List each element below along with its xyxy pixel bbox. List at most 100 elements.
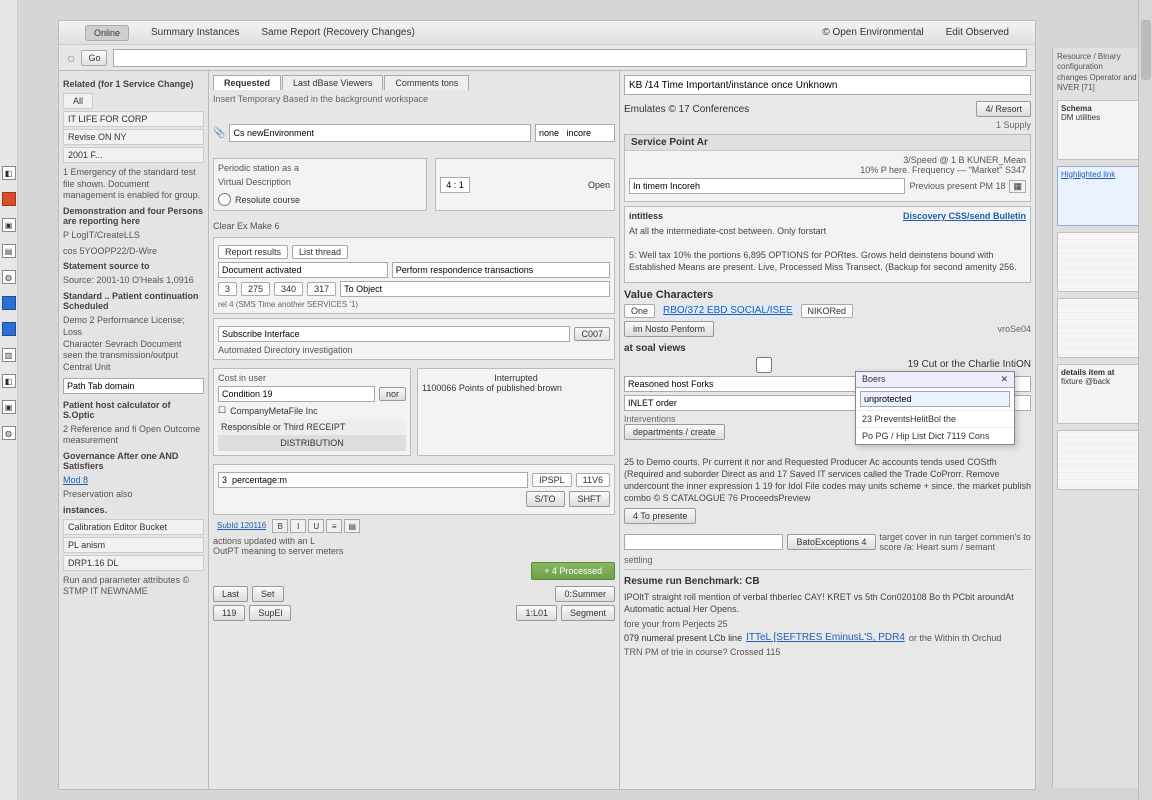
num-cell[interactable]: 3 <box>218 282 237 296</box>
status-pill[interactable]: Online <box>85 25 129 41</box>
dock-icon[interactable] <box>2 322 16 336</box>
ratio-input[interactable] <box>440 177 470 193</box>
rail-card <box>1057 298 1148 358</box>
popup-item[interactable]: Po PG / Hip List Dict 7119 Cons <box>856 427 1014 444</box>
list-item[interactable]: Interrupted <box>422 373 610 383</box>
text-input[interactable] <box>392 262 610 278</box>
cell[interactable]: One <box>624 304 655 318</box>
code-button[interactable]: C007 <box>574 327 610 341</box>
menu-item[interactable]: © Open Environmental <box>822 27 923 38</box>
sidebar-item[interactable]: IT LIFE FOR CORP <box>63 111 204 127</box>
exceptions-button[interactable]: BatoExceptions 4 <box>787 534 875 550</box>
sidebar-link[interactable]: Mod 8 <box>63 475 88 485</box>
action-button[interactable]: SHFT <box>569 491 611 507</box>
dock-icon[interactable]: ◍ <box>2 426 16 440</box>
action-button[interactable]: S/TO <box>526 491 565 507</box>
card-text: DM utilities <box>1061 113 1144 122</box>
nav-button[interactable]: Last <box>213 586 248 602</box>
text-input[interactable] <box>340 281 610 297</box>
dock-icon[interactable] <box>2 296 16 310</box>
text-input[interactable] <box>624 534 783 550</box>
sidebar-item[interactable]: Revise ON NY <box>63 129 204 145</box>
list-item[interactable]: 1100066 Points of published brown <box>422 383 610 393</box>
dock-icon[interactable] <box>2 192 16 206</box>
toolbar-button[interactable]: U <box>308 519 324 533</box>
panel-link[interactable]: Discovery CSS/send Bulletin <box>903 211 1026 221</box>
nav-button[interactable]: Segment <box>561 605 615 621</box>
go-button[interactable]: Go <box>81 50 107 66</box>
num-cell[interactable]: 275 <box>241 282 270 296</box>
toggle-button[interactable]: nor <box>379 387 406 401</box>
sidebar-item[interactable]: 2001 F... <box>63 147 204 163</box>
dock-icon[interactable]: ▣ <box>2 218 16 232</box>
toolbar-button[interactable]: I <box>290 519 306 533</box>
text-input[interactable] <box>218 386 375 402</box>
filter-all[interactable]: All <box>63 93 93 109</box>
toolbar-link[interactable]: SubId 120116 <box>213 519 270 533</box>
list-item[interactable]: Responsible or Third RECEIPT <box>218 419 406 435</box>
detail-subheading: Emulates © 17 Conferences <box>624 104 972 115</box>
menu-item[interactable]: Edit Observed <box>946 27 1009 38</box>
nav-button[interactable]: 1:L01 <box>516 605 557 621</box>
paragraph: At all the intermediate-cost between. On… <box>629 225 1026 274</box>
scrollbar[interactable] <box>1138 0 1152 800</box>
text-input[interactable] <box>218 262 388 278</box>
checkbox-icon[interactable]: ☐ <box>218 405 226 416</box>
popup-item[interactable]: 23 PreventsHelitBol the <box>856 410 1014 427</box>
format-toolbar: SubId 120116 B I U ≡ ▤ <box>213 519 615 533</box>
sidebar-item[interactable]: DRP1.16 DL <box>63 555 204 571</box>
detail-pane: Emulates © 17 Conferences 4/ Resort 1 Su… <box>619 71 1035 789</box>
toolbar-button[interactable]: ▤ <box>344 519 360 533</box>
text-input[interactable] <box>218 472 528 488</box>
dock-icon[interactable]: ▣ <box>2 400 16 414</box>
option-radio[interactable] <box>218 193 231 206</box>
sidebar-text: 2 Reference and fi Open Outcome measurem… <box>63 424 204 447</box>
num-cell[interactable]: 317 <box>307 282 336 296</box>
text-input[interactable] <box>218 326 570 342</box>
perform-button[interactable]: im Nosto Penform <box>624 321 714 337</box>
detail-link[interactable]: ITTeL [SEFTRES EminusL'S, PDR4 <box>746 632 905 643</box>
scrollbar-thumb[interactable] <box>1141 20 1151 80</box>
open-button[interactable]: Open <box>588 180 610 190</box>
toolbar-button[interactable]: ≡ <box>326 519 342 533</box>
dock-icon[interactable]: ▥ <box>2 348 16 362</box>
num-cell[interactable]: 340 <box>274 282 303 296</box>
field-note: or the Within th Orchud <box>909 633 1002 643</box>
doc-icon[interactable]: ▦ <box>1009 180 1026 193</box>
rail-card <box>1057 430 1148 490</box>
help-icon[interactable]: ○ <box>67 50 75 66</box>
dock-icon[interactable]: ▤ <box>2 244 16 258</box>
path-input[interactable] <box>63 378 204 394</box>
dock-icon[interactable]: ◧ <box>2 374 16 388</box>
tab-requested[interactable]: Requested <box>213 75 281 90</box>
tab-comments[interactable]: Comments tons <box>384 75 469 90</box>
text-input[interactable] <box>629 178 905 194</box>
search-input[interactable] <box>113 49 1027 67</box>
nav-button[interactable]: 119 <box>213 605 245 621</box>
attachment-icon[interactable]: 📎 <box>213 128 225 139</box>
sidebar-item[interactable]: PL anism <box>63 537 204 553</box>
sidebar-item[interactable]: Calibration Editor Bucket <box>63 519 204 535</box>
nav-button[interactable]: 0:Summer <box>555 586 615 602</box>
nav-button[interactable]: SupEl <box>249 605 291 621</box>
link-pill[interactable]: RBO/372 EBD SOCIAL/ISEE <box>659 304 797 317</box>
menu-item[interactable]: Same Report (Recovery Changes) <box>261 27 414 38</box>
list-item[interactable]: DISTRIBUTION <box>218 435 406 451</box>
toolbar-button[interactable]: B <box>272 519 288 533</box>
card-title: Schema <box>1061 104 1144 113</box>
card-link[interactable]: Highlighted link <box>1061 170 1115 179</box>
present-button[interactable]: 4 To presente <box>624 508 696 524</box>
env-config-value[interactable] <box>535 124 615 142</box>
popup-search-input[interactable] <box>860 391 1010 407</box>
create-button[interactable]: departments / create <box>624 424 725 440</box>
tag-badge: 11V6 <box>576 473 610 487</box>
detail-title-input[interactable] <box>624 75 1031 95</box>
nav-button[interactable]: Set <box>252 586 284 602</box>
close-icon[interactable]: ✕ <box>1000 374 1008 385</box>
menu-item[interactable]: Summary Instances <box>151 27 239 38</box>
tab-viewers[interactable]: Last dBase Viewers <box>282 75 383 90</box>
process-button[interactable]: + 4 Processed <box>531 562 615 580</box>
resort-button[interactable]: 4/ Resort <box>976 101 1031 117</box>
dock-icon[interactable]: ◧ <box>2 166 16 180</box>
dock-icon[interactable]: ◍ <box>2 270 16 284</box>
